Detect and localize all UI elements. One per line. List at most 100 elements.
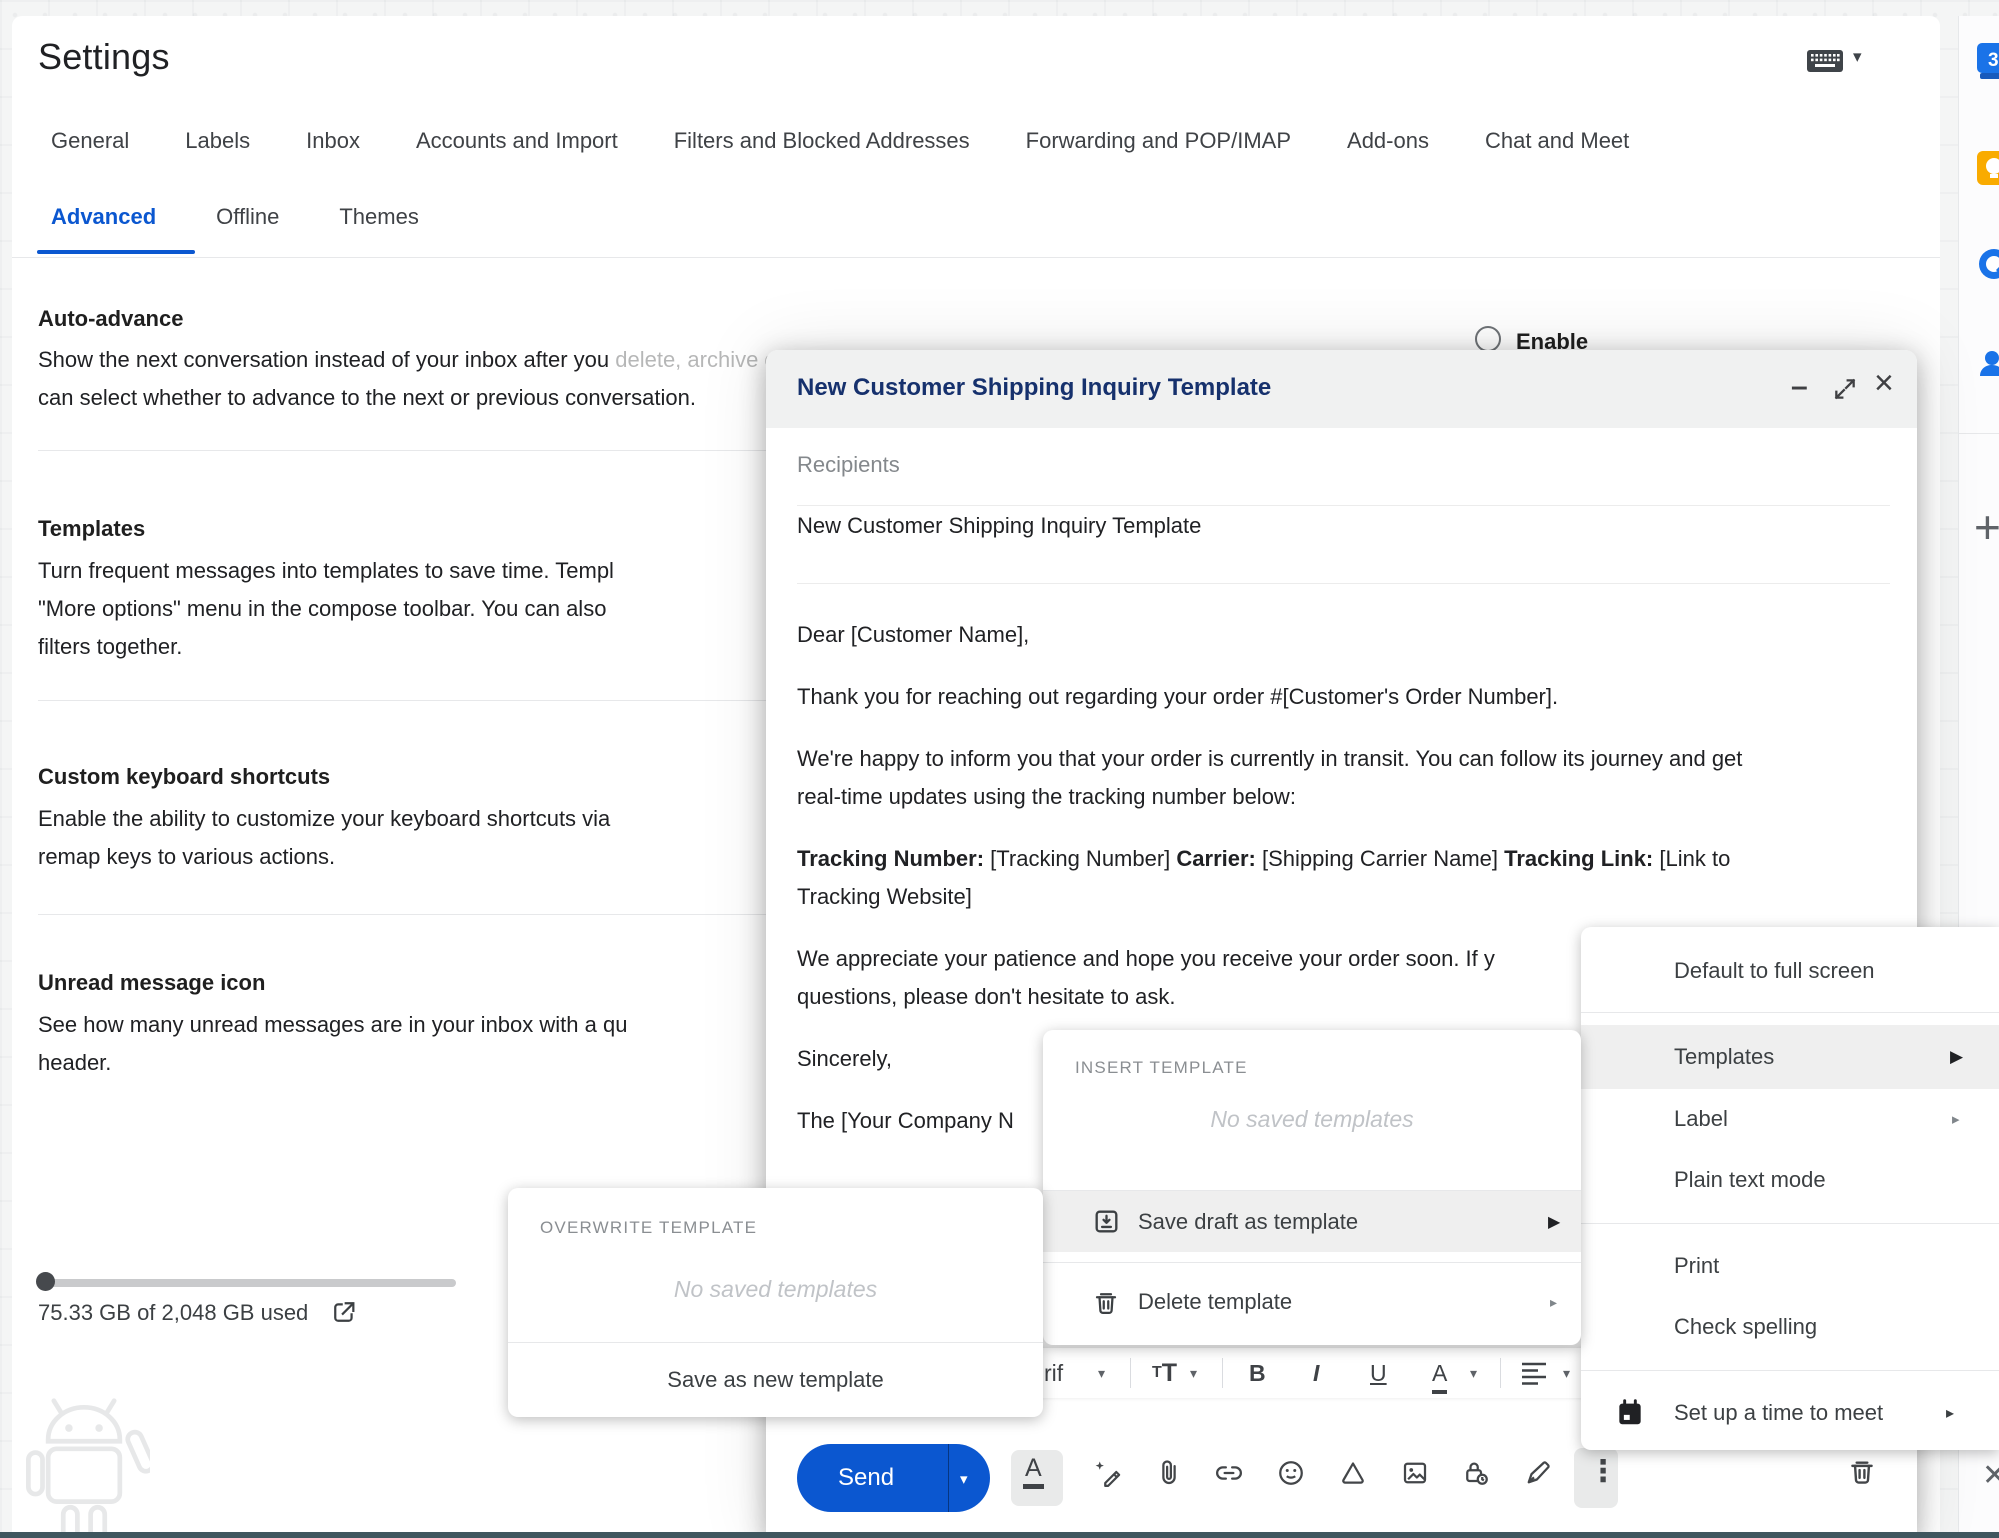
minimize-icon[interactable]: – xyxy=(1791,370,1808,404)
auto-advance-desc-visible: Show the next conversation instead of yo… xyxy=(38,347,615,372)
tab-addons[interactable]: Add-ons xyxy=(1347,128,1429,154)
align-button[interactable] xyxy=(1520,1348,1548,1398)
menu-item-label[interactable]: Label xyxy=(1674,1089,1728,1149)
text-color-caret-icon[interactable]: ▾ xyxy=(1470,1348,1477,1398)
storage-progress-knob[interactable] xyxy=(36,1272,55,1291)
insert-from-drive-icon[interactable] xyxy=(1338,1458,1368,1488)
menu-item-save-as-new-template[interactable]: Save as new template xyxy=(508,1343,1043,1417)
recipients-field[interactable]: Recipients xyxy=(797,452,900,478)
menu-item-save-draft-as-template[interactable]: Save draft as template xyxy=(1138,1191,1358,1252)
tab-general[interactable]: General xyxy=(51,128,129,154)
help-me-write-icon[interactable] xyxy=(1092,1458,1122,1488)
shortcuts-desc-line2: remap keys to various actions. xyxy=(38,838,335,876)
menu-item-plain-text-mode[interactable]: Plain text mode xyxy=(1674,1149,1826,1211)
confidential-mode-icon[interactable] xyxy=(1461,1458,1491,1488)
tracking-number-label: Tracking Number: xyxy=(797,846,984,871)
unread-heading: Unread message icon xyxy=(38,970,265,996)
bold-button[interactable]: B xyxy=(1249,1348,1266,1398)
menu-item-set-up-time-to-meet[interactable]: Set up a time to meet xyxy=(1674,1383,1883,1443)
tasks-sidebar-icon[interactable] xyxy=(1976,246,1999,282)
tab-inbox[interactable]: Inbox xyxy=(306,128,360,154)
toolbar-divider xyxy=(1130,1358,1131,1388)
menu-divider xyxy=(1581,1223,1999,1224)
tab-themes[interactable]: Themes xyxy=(339,204,418,230)
insert-link-icon[interactable] xyxy=(1214,1458,1244,1488)
open-in-full-icon[interactable] xyxy=(1832,376,1858,402)
subject-field[interactable]: New Customer Shipping Inquiry Template xyxy=(797,513,1201,539)
size-big-t: T xyxy=(1162,1359,1177,1388)
close-icon[interactable]: × xyxy=(1874,364,1894,403)
menu-divider xyxy=(1043,1262,1581,1263)
save-template-icon xyxy=(1091,1206,1122,1237)
contacts-sidebar-icon[interactable] xyxy=(1976,346,1999,382)
compose-window-title: New Customer Shipping Inquiry Template xyxy=(797,374,1271,402)
menu-item-templates-bg xyxy=(1581,1025,1999,1089)
save-draft-submenu: OVERWRITE TEMPLATE No saved templates Sa… xyxy=(508,1188,1043,1417)
signature-pen-icon[interactable] xyxy=(1523,1458,1553,1488)
carrier-label: Carrier: xyxy=(1176,846,1255,871)
tracking-number-value: [Tracking Number] xyxy=(984,846,1176,871)
keep-sidebar-icon[interactable] xyxy=(1976,150,1999,186)
delete-template-arrow-icon: ▸ xyxy=(1550,1270,1557,1334)
menu-item-print[interactable]: Print xyxy=(1674,1236,1719,1296)
send-label: Send xyxy=(838,1464,894,1492)
send-options-caret-icon[interactable]: ▾ xyxy=(960,1470,968,1488)
settings-tabbar-secondary: Advanced Offline Themes xyxy=(51,204,419,230)
label-submenu-arrow-icon: ▸ xyxy=(1952,1089,1960,1149)
formatting-options-button[interactable]: A xyxy=(1023,1454,1044,1489)
enable-radio[interactable] xyxy=(1475,326,1501,352)
tab-advanced[interactable]: Advanced xyxy=(51,204,156,230)
font-size-caret-icon[interactable]: ▾ xyxy=(1190,1348,1197,1398)
discard-draft-icon[interactable] xyxy=(1846,1456,1876,1486)
auto-advance-desc-line2: can select whether to advance to the nex… xyxy=(38,379,696,417)
italic-button[interactable]: I xyxy=(1313,1348,1319,1398)
templates-desc-line3: filters together. xyxy=(38,628,182,666)
underline-button[interactable]: U xyxy=(1370,1348,1387,1398)
body-line: Dear [Customer Name], xyxy=(797,616,1742,654)
menu-divider xyxy=(1581,1370,1999,1371)
save-draft-arrow-icon: ▶ xyxy=(1548,1191,1560,1252)
input-tools-caret-icon[interactable]: ▾ xyxy=(1853,47,1862,67)
insert-photo-icon[interactable] xyxy=(1400,1458,1430,1488)
get-addons-plus-icon[interactable]: + xyxy=(1974,500,1999,554)
menu-item-check-spelling[interactable]: Check spelling xyxy=(1674,1296,1817,1358)
tab-filters-blocked[interactable]: Filters and Blocked Addresses xyxy=(674,128,970,154)
carrier-value: [Shipping Carrier Name] xyxy=(1256,846,1504,871)
text-color-button[interactable]: A xyxy=(1432,1356,1447,1394)
open-in-new-icon[interactable] xyxy=(330,1298,358,1326)
tab-labels[interactable]: Labels xyxy=(185,128,250,154)
compose-header[interactable]: New Customer Shipping Inquiry Template –… xyxy=(766,350,1917,428)
tab-chat-meet[interactable]: Chat and Meet xyxy=(1485,128,1629,154)
compose-divider xyxy=(797,583,1890,584)
more-send-options-icon[interactable]: ⋮ xyxy=(1588,1454,1618,1489)
calendar-sidebar-icon[interactable]: 3 xyxy=(1976,42,1999,80)
send-button[interactable]: Send ▾ xyxy=(797,1444,990,1512)
tabbar-divider xyxy=(12,257,1940,258)
compose-more-options-menu: Default to full screen Templates ▶ Label… xyxy=(1581,927,1999,1450)
attach-file-icon[interactable] xyxy=(1154,1458,1184,1488)
font-family-caret-icon[interactable]: ▾ xyxy=(1098,1348,1105,1398)
insert-emoji-icon[interactable] xyxy=(1276,1458,1306,1488)
tab-accounts-import[interactable]: Accounts and Import xyxy=(416,128,618,154)
menu-item-default-full-screen[interactable]: Default to full screen xyxy=(1674,941,1875,1001)
gmail-settings-page: Settings ▾ General Labels Inbox Accounts… xyxy=(0,0,1999,1538)
templates-heading: Templates xyxy=(38,516,145,542)
active-tab-underline xyxy=(37,250,195,254)
delete-template-icon xyxy=(1091,1288,1121,1318)
input-tools-keyboard-icon[interactable] xyxy=(1806,48,1844,74)
align-caret-icon[interactable]: ▾ xyxy=(1563,1348,1570,1398)
calendar-icon xyxy=(1614,1397,1646,1429)
menu-item-templates[interactable]: Templates xyxy=(1674,1025,1774,1089)
tab-forwarding-pop-imap[interactable]: Forwarding and POP/IMAP xyxy=(1026,128,1291,154)
font-size-button[interactable]: TT xyxy=(1152,1348,1177,1398)
body-line: Thank you for reaching out regarding you… xyxy=(797,678,1742,716)
menu-divider xyxy=(1581,1012,1999,1013)
tab-offline[interactable]: Offline xyxy=(216,204,279,230)
templates-submenu-arrow-icon: ▶ xyxy=(1950,1025,1963,1089)
templates-desc-line1: Turn frequent messages into templates to… xyxy=(38,552,614,590)
size-small-t: T xyxy=(1152,1364,1162,1382)
tracking-link-value: [Link to xyxy=(1653,846,1730,871)
font-family-selector[interactable]: rif xyxy=(1044,1348,1063,1398)
menu-item-delete-template[interactable]: Delete template xyxy=(1138,1270,1292,1334)
side-panel-close-icon[interactable]: ✕ xyxy=(1982,1458,1999,1493)
